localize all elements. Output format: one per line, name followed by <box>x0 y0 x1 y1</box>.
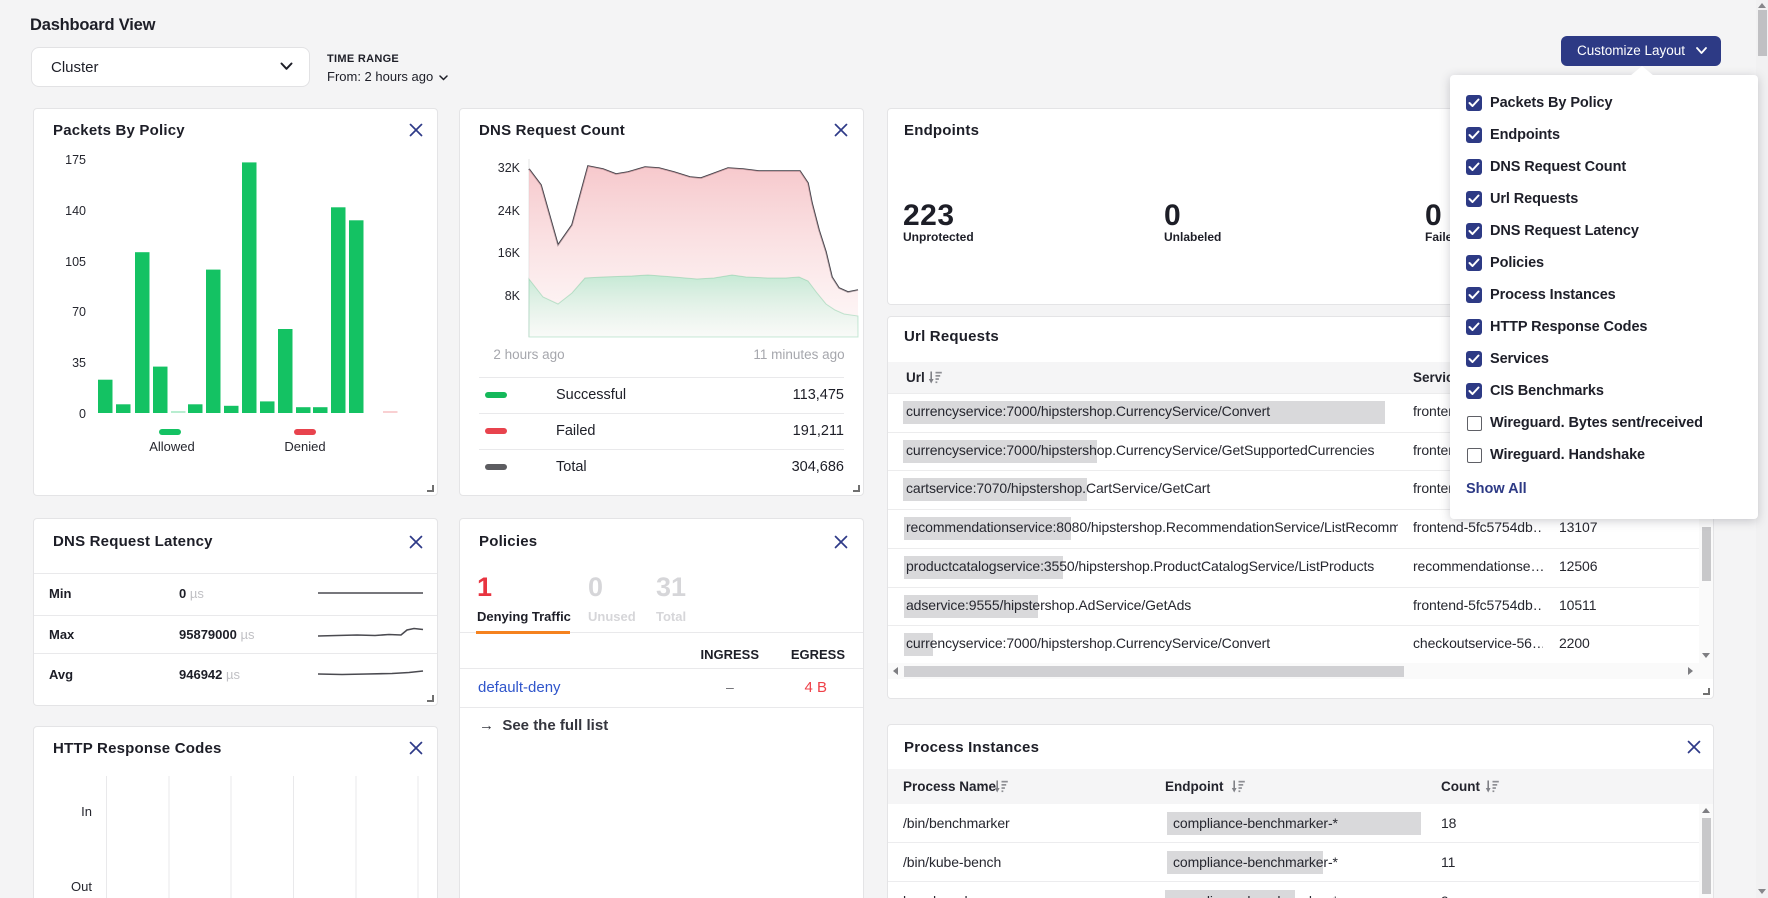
svg-text:11 minutes ago: 11 minutes ago <box>753 347 844 362</box>
svg-text:32K: 32K <box>498 161 521 175</box>
svg-text:2 hours ago: 2 hours ago <box>493 347 564 362</box>
svg-text:Allowed: Allowed <box>149 439 195 454</box>
svg-text:24K: 24K <box>498 204 521 218</box>
svg-text:140: 140 <box>65 204 86 218</box>
svg-text:105: 105 <box>65 255 86 269</box>
svg-text:Denied: Denied <box>284 439 325 454</box>
svg-text:35: 35 <box>72 356 86 370</box>
svg-text:175: 175 <box>65 153 86 167</box>
svg-text:Out: Out <box>71 879 92 894</box>
svg-text:8K: 8K <box>505 289 521 303</box>
svg-text:16K: 16K <box>498 246 521 260</box>
svg-text:In: In <box>81 804 92 819</box>
svg-text:70: 70 <box>72 305 86 319</box>
svg-text:0: 0 <box>79 407 86 421</box>
